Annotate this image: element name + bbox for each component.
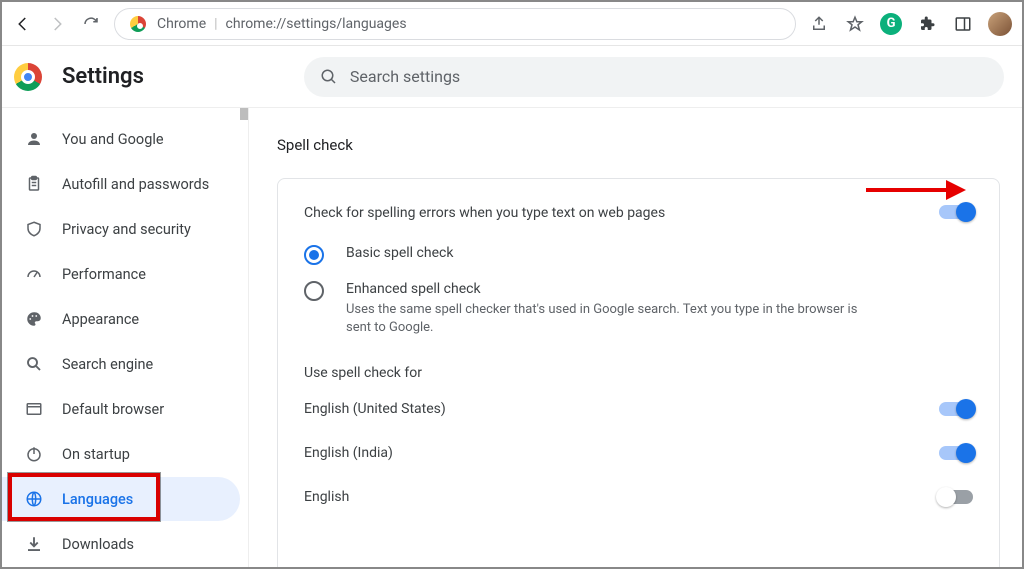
scrollbar-thumb[interactable]: [240, 108, 248, 120]
back-button[interactable]: [12, 13, 34, 35]
sidebar-item-downloads[interactable]: Downloads: [2, 522, 240, 566]
enhanced-spell-check-sublabel: Uses the same spell checker that's used …: [346, 301, 866, 337]
address-url: chrome://settings/languages: [226, 16, 407, 32]
basic-spell-check-label: Basic spell check: [346, 245, 453, 261]
spell-check-toggle-label: Check for spelling errors when you type …: [304, 205, 665, 221]
forward-button[interactable]: [46, 13, 68, 35]
search-icon: [24, 354, 44, 374]
spell-check-lang-toggle[interactable]: [939, 446, 973, 460]
spell-check-lang-label: English (India): [304, 445, 393, 461]
sidebar-item-label: Performance: [62, 266, 146, 283]
sidebar-item-label: Downloads: [62, 536, 134, 553]
enhanced-spell-check-option[interactable]: Enhanced spell check Uses the same spell…: [304, 275, 973, 347]
sidebar-item-label: On startup: [62, 446, 130, 463]
sidebar-item-performance[interactable]: Performance: [2, 252, 240, 296]
sidebar-item-label: Search engine: [62, 356, 153, 373]
radio-enhanced[interactable]: [304, 281, 324, 301]
palette-icon: [24, 309, 44, 329]
sidebar-item-on-startup[interactable]: On startup: [2, 432, 240, 476]
sidepanel-icon[interactable]: [952, 13, 974, 35]
settings-header: Settings Search settings: [2, 46, 1022, 108]
spell-check-toggle[interactable]: [939, 205, 973, 219]
browser-toolbar: Chrome | chrome://settings/languages G: [2, 2, 1022, 46]
spell-check-lang-label: English: [304, 489, 349, 505]
grammarly-extension-icon[interactable]: G: [880, 13, 902, 35]
spell-check-lang-toggle[interactable]: [939, 402, 973, 416]
search-settings-input[interactable]: Search settings: [304, 57, 1004, 97]
profile-avatar[interactable]: [988, 12, 1012, 36]
search-icon: [320, 68, 338, 86]
power-icon: [24, 444, 44, 464]
search-placeholder: Search settings: [350, 67, 460, 86]
settings-title: Settings: [62, 64, 144, 89]
bookmark-star-icon[interactable]: [844, 13, 866, 35]
annotation-highlight-box: [8, 473, 160, 521]
share-icon[interactable]: [808, 13, 830, 35]
enhanced-spell-check-label: Enhanced spell check: [346, 281, 866, 297]
section-title-spell-check: Spell check: [277, 136, 1000, 154]
sidebar-item-label: Privacy and security: [62, 221, 191, 238]
radio-basic[interactable]: [304, 245, 324, 265]
sidebar-item-label: Appearance: [62, 311, 139, 328]
sidebar-item-appearance[interactable]: Appearance: [2, 297, 240, 341]
sidebar-item-you-and-google[interactable]: You and Google: [2, 117, 240, 161]
browser-window-icon: [24, 399, 44, 419]
annotation-arrow: [866, 180, 966, 200]
address-separator: |: [214, 16, 217, 32]
spell-check-card: Check for spelling errors when you type …: [277, 178, 1000, 567]
spell-check-master-row: Check for spelling errors when you type …: [304, 201, 973, 239]
chrome-logo-icon: [14, 63, 42, 91]
spell-check-lang-row: English (United States): [304, 387, 973, 431]
sidebar-item-label: Autofill and passwords: [62, 176, 209, 193]
clipboard-icon: [24, 174, 44, 194]
download-icon: [24, 534, 44, 554]
spell-check-lang-toggle[interactable]: [939, 490, 973, 504]
settings-main: Spell check Check for spelling errors wh…: [249, 108, 1022, 567]
reload-button[interactable]: [80, 13, 102, 35]
extensions-icon[interactable]: [916, 13, 938, 35]
speedometer-icon: [24, 264, 44, 284]
shield-icon: [24, 219, 44, 239]
sidebar-item-autofill[interactable]: Autofill and passwords: [2, 162, 240, 206]
settings-sidebar: You and Google Autofill and passwords Pr…: [2, 108, 249, 567]
sidebar-item-search-engine[interactable]: Search engine: [2, 342, 240, 386]
chrome-product-icon: [127, 13, 149, 35]
spell-check-lang-row: English (India): [304, 431, 973, 475]
spell-check-lang-label: English (United States): [304, 401, 446, 417]
sidebar-item-privacy[interactable]: Privacy and security: [2, 207, 240, 251]
address-bar[interactable]: Chrome | chrome://settings/languages: [114, 8, 796, 40]
address-product: Chrome: [157, 16, 206, 32]
sidebar-item-default-browser[interactable]: Default browser: [2, 387, 240, 431]
use-spell-check-for-label: Use spell check for: [304, 365, 973, 381]
spell-check-lang-row: English: [304, 475, 973, 519]
sidebar-item-label: You and Google: [62, 131, 164, 148]
basic-spell-check-option[interactable]: Basic spell check: [304, 239, 973, 275]
sidebar-item-label: Default browser: [62, 401, 164, 418]
person-icon: [24, 129, 44, 149]
